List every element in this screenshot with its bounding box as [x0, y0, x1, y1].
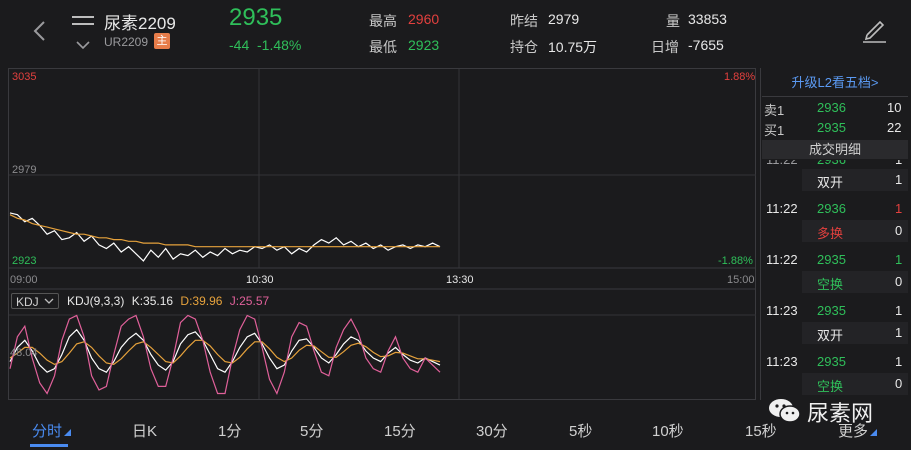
- tab-15min[interactable]: 15分: [384, 420, 416, 441]
- price-lines-group: [9, 212, 441, 262]
- trade-type: 双开: [817, 328, 844, 343]
- upgrade-l2-link[interactable]: 升级L2看五档>: [762, 70, 908, 96]
- active-tab-underline: [30, 444, 68, 447]
- x-tick-label: 10:30: [246, 274, 274, 286]
- y-axis-mid-label: 2979: [12, 164, 37, 176]
- pct-axis-top-label: 1.88%: [724, 71, 756, 83]
- corner-arrow-icon: [64, 429, 72, 436]
- x-tick-label: 09:00: [10, 274, 38, 286]
- tab-5sec[interactable]: 5秒: [569, 420, 592, 441]
- tab-15sec[interactable]: 15秒: [745, 420, 777, 441]
- edit-button[interactable]: [860, 15, 888, 43]
- corner-arrow-icon: [870, 429, 878, 436]
- kdj-params: KDJ(9,3,3): [67, 294, 125, 308]
- trade-price-partial: 2936: [817, 160, 846, 167]
- kdj-legend: KDJ(9,3,3) K:35.16 D:39.96 J:25.57: [67, 294, 269, 308]
- trade-price: 2936: [817, 201, 846, 216]
- kdj-d-value: D:39.96: [180, 294, 223, 308]
- trade-vol-partial: 1: [895, 160, 902, 167]
- trade-type: 空换: [817, 379, 844, 394]
- trade-volume: 1: [895, 303, 903, 318]
- trade-type-volume: 0: [895, 274, 903, 289]
- kdj-d-line: [9, 339, 441, 366]
- kdj-ref-label: 48.04: [10, 347, 38, 359]
- tab-30min[interactable]: 30分: [476, 420, 508, 441]
- trade-time: 11:23: [766, 354, 798, 369]
- trade-volume: 1: [895, 201, 903, 216]
- indicator-name: KDJ: [16, 295, 39, 309]
- trade-type-volume: 0: [895, 223, 903, 238]
- kdj-lines-group: [9, 314, 441, 396]
- tab-10sec[interactable]: 10秒: [652, 420, 684, 441]
- trade-time: 11:23: [766, 303, 798, 318]
- trade-type-volume: 1: [895, 325, 903, 340]
- trade-volume: 1: [895, 354, 903, 369]
- bid-price: 2935: [817, 120, 846, 135]
- ask-label: 卖1: [764, 103, 785, 118]
- chevron-down-icon: [44, 298, 54, 304]
- trade-price: 2935: [817, 303, 846, 318]
- tab-daily-k[interactable]: 日K: [132, 420, 157, 441]
- trade-type: 多换: [817, 226, 844, 241]
- tab-label: 更多: [838, 423, 869, 440]
- intraday-chart-svg[interactable]: [0, 0, 760, 405]
- trade-volume: 1: [895, 252, 903, 267]
- ask-price: 2936: [817, 100, 846, 115]
- x-tick-label: 13:30: [446, 274, 474, 286]
- trade-type-volume: 1: [895, 172, 903, 187]
- kdj-j-value: J:25.57: [229, 294, 270, 308]
- trade-time: 11:22: [766, 252, 798, 267]
- trade-price: 2935: [817, 354, 846, 369]
- tab-1min[interactable]: 1分: [218, 420, 241, 441]
- trade-type: 空换: [817, 277, 844, 292]
- trade-list[interactable]: 11:22 2936 1 双开 1 11:22 2936 1 多换 0 11:2…: [762, 160, 908, 400]
- y-axis-bottom-label: 2923: [12, 255, 37, 267]
- trade-type: 双开: [817, 175, 844, 190]
- orderbook-divider: [760, 68, 761, 400]
- trade-time-partial: 11:22: [766, 160, 798, 167]
- kdj-k-value: K:35.16: [131, 294, 174, 308]
- price-line: [9, 212, 441, 262]
- x-tick-label: 15:00: [727, 274, 755, 286]
- tab-label: 分时: [32, 423, 63, 440]
- average-line: [9, 214, 440, 248]
- kdj-j-line: [9, 314, 441, 396]
- bid-volume: 22: [887, 120, 902, 135]
- bid-label: 买1: [764, 123, 785, 138]
- orderbook-separator: [762, 96, 908, 97]
- tab-5min[interactable]: 5分: [300, 420, 323, 441]
- trade-detail-header[interactable]: 成交明细: [762, 140, 908, 159]
- trade-time: 11:22: [766, 201, 798, 216]
- y-axis-top-label: 3035: [12, 71, 37, 83]
- kdj-k-line: [9, 328, 441, 373]
- ask-volume: 10: [887, 100, 902, 115]
- pencil-icon: [863, 20, 886, 43]
- tab-more[interactable]: 更多: [838, 420, 878, 441]
- tab-intraday[interactable]: 分时: [32, 420, 72, 441]
- trade-type-volume: 0: [895, 376, 903, 391]
- pct-axis-bottom-label: -1.88%: [718, 255, 753, 267]
- trade-price: 2935: [817, 252, 846, 267]
- indicator-selector[interactable]: KDJ: [11, 293, 59, 309]
